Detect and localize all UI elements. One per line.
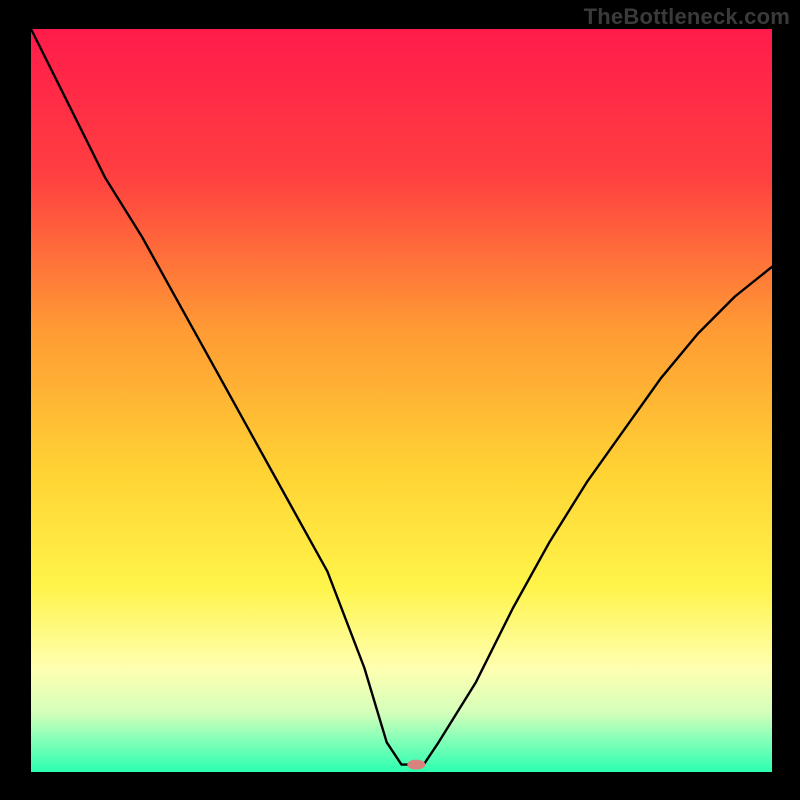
optimal-marker bbox=[407, 760, 425, 770]
bottleneck-plot bbox=[0, 0, 800, 800]
chart-frame: TheBottleneck.com bbox=[0, 0, 800, 800]
plot-background bbox=[31, 29, 772, 772]
watermark-text: TheBottleneck.com bbox=[584, 4, 790, 30]
